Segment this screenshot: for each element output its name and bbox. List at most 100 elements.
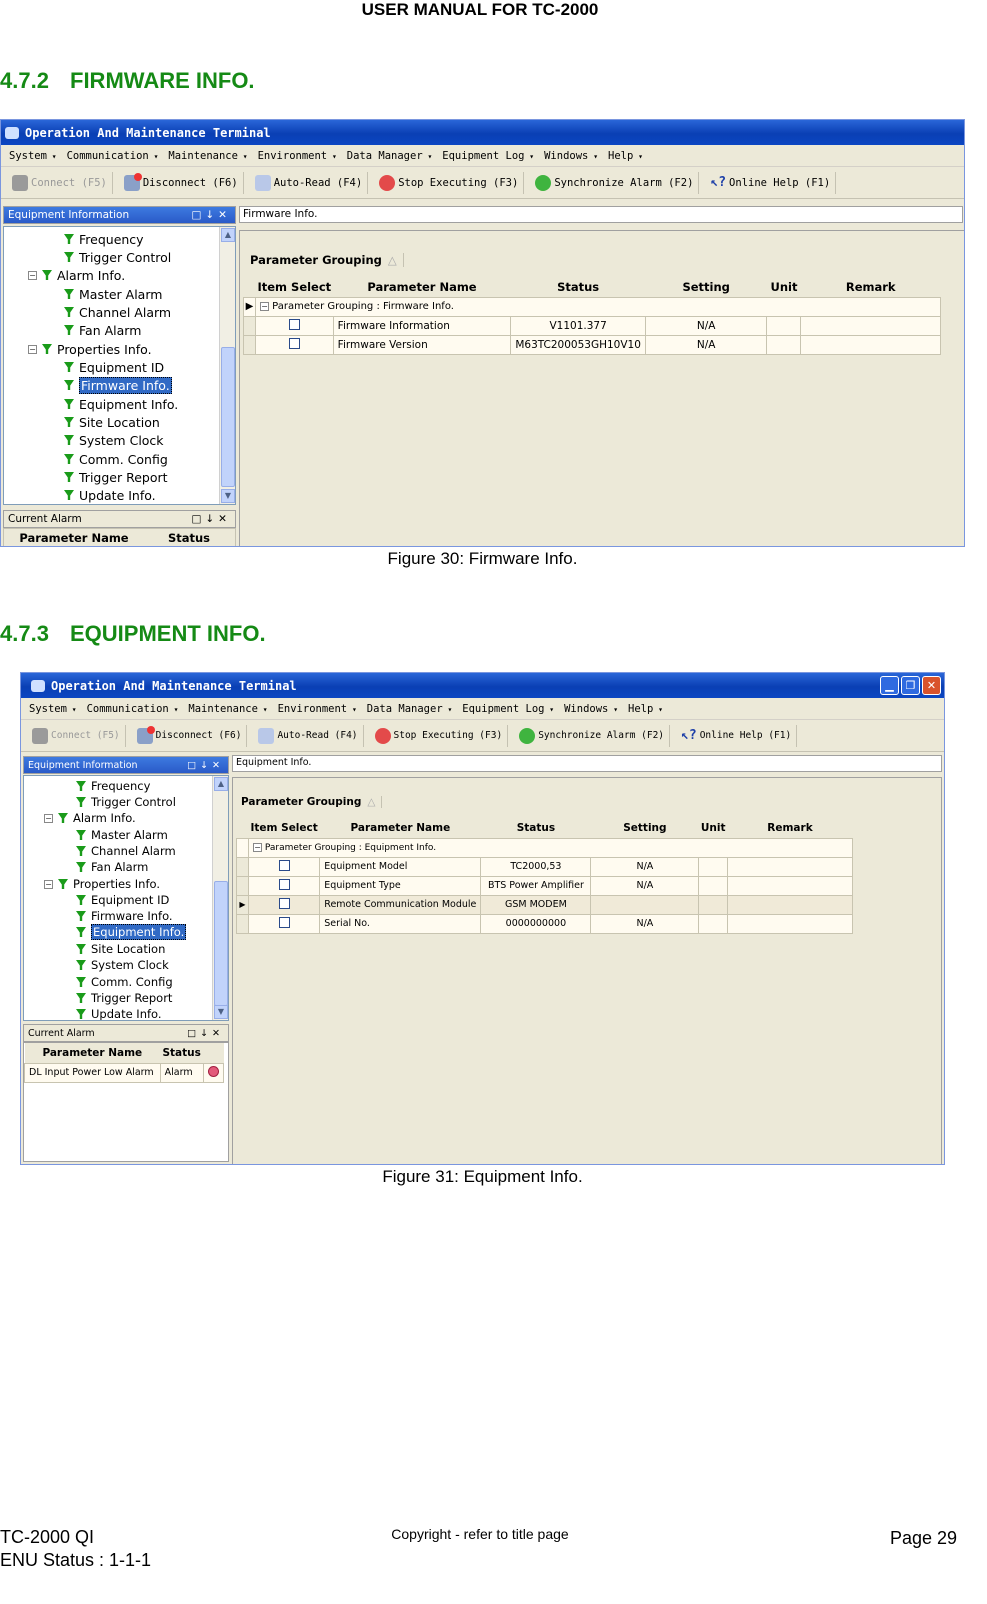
tree-item-update-info[interactable]: Update Info. [76,1005,162,1020]
row-checkbox-cell[interactable] [247,894,321,915]
row-checkbox-cell[interactable] [254,334,334,355]
row-checkbox[interactable] [278,897,290,909]
tree-item-equipment-info[interactable]: Equipment Info. [64,395,178,413]
synchronize-alarm-button[interactable]: Synchronize Alarm (F2) [514,724,671,747]
menu-help[interactable]: Help [608,150,643,162]
col-setting[interactable]: Setting [591,818,699,838]
col-status[interactable]: Status [511,277,646,297]
panel-buttons[interactable]: □↓✕ [191,513,231,525]
disconnect-button[interactable]: Disconnect (F6) [132,724,248,747]
table-row[interactable]: ▶ Remote Communication Module GSM MODEM [236,894,854,915]
col-item-select[interactable]: Item Select [255,277,333,297]
tree-item-frequency[interactable]: Frequency [64,230,144,248]
tree-item-alarm-info[interactable]: − Alarm Info. [44,809,136,827]
menu-system[interactable]: System [9,150,57,162]
scroll-thumb[interactable] [214,881,228,1006]
table-row[interactable]: Equipment Model TC2000,53 N/A [236,856,854,877]
collapse-icon[interactable]: − [252,842,262,852]
stop-executing-button[interactable]: Stop Executing (F3) [374,171,525,194]
menu-help[interactable]: Help [628,703,663,715]
table-row[interactable]: Serial No. 0000000000 N/A [236,913,854,934]
row-checkbox[interactable] [278,916,290,928]
tree-item-update-info[interactable]: Update Info. [64,486,156,504]
row-checkbox-cell[interactable] [247,913,321,934]
col-status[interactable]: Status [160,1043,204,1063]
row-setting[interactable]: N/A [644,315,768,336]
scroll-down-icon[interactable]: ▼ [214,1005,228,1019]
row-setting[interactable]: N/A [644,334,768,355]
col-setting[interactable]: Setting [645,277,767,297]
stop-executing-button[interactable]: Stop Executing (F3) [370,724,509,747]
row-checkbox-cell[interactable] [247,875,321,896]
group-row[interactable]: − Parameter Grouping : Equipment Info. [236,837,854,858]
col-remark[interactable]: Remark [801,277,941,297]
auto-read-button[interactable]: Auto-Read (F4) [250,171,369,194]
restore-icon[interactable]: ❐ [901,676,920,695]
menu-windows[interactable]: Windows [544,150,598,162]
row-setting[interactable]: N/A [590,913,700,934]
connect-button[interactable]: Connect (F5) [27,724,126,747]
row-setting[interactable]: N/A [590,856,700,877]
tree-item-equipment-info[interactable]: Equipment Info. [76,923,187,941]
row-checkbox[interactable] [278,878,290,890]
col-status[interactable]: Status [481,818,591,838]
tree-item-trigger-control[interactable]: Trigger Control [64,248,171,266]
panel-buttons[interactable]: □↓✕ [191,209,231,221]
scroll-thumb[interactable] [221,347,235,487]
connect-button[interactable]: Connect (F5) [7,171,113,194]
menu-maintenance[interactable]: Maintenance [168,150,247,162]
scroll-up-icon[interactable]: ▲ [221,228,235,242]
menu-windows[interactable]: Windows [564,703,618,715]
menu-communication[interactable]: Communication [67,150,159,162]
col-status[interactable]: Status [144,531,234,545]
row-checkbox[interactable] [288,337,300,349]
panel-buttons[interactable]: □↓✕ [187,760,224,771]
menu-maintenance[interactable]: Maintenance [188,703,267,715]
tree-item-trigger-report[interactable]: Trigger Report [64,468,168,486]
auto-read-button[interactable]: Auto-Read (F4) [253,724,364,747]
collapse-icon[interactable]: − [28,344,37,354]
menu-system[interactable]: System [29,703,77,715]
row-checkbox-cell[interactable] [254,315,334,336]
col-unit[interactable]: Unit [699,818,728,838]
tree-item-fan-alarm[interactable]: Fan Alarm [76,858,148,876]
online-help-button[interactable]: ↖? Online Help (F1) [676,724,798,747]
synchronize-alarm-button[interactable]: Synchronize Alarm (F2) [530,171,700,194]
table-row[interactable]: Firmware Version M63TC200053GH10V10 N/A [243,334,941,355]
online-help-button[interactable]: ↖? Online Help (F1) [705,171,837,194]
col-unit[interactable]: Unit [767,277,801,297]
tree-item-equipment-id[interactable]: Equipment ID [64,358,164,376]
close-icon[interactable]: ✕ [922,676,941,695]
menu-environment[interactable]: Environment [278,703,357,715]
tree-item-fan-alarm[interactable]: Fan Alarm [64,321,141,339]
col-item-select[interactable]: Item Select [248,818,319,838]
col-remark[interactable]: Remark [727,818,852,838]
tree-item-master-alarm[interactable]: Master Alarm [64,285,162,303]
col-parameter-name[interactable]: Parameter Name [333,277,511,297]
tree-scrollbar[interactable]: ▲ ▼ [219,227,235,504]
doc-tab-equipment-info[interactable]: Equipment Info. [232,755,942,772]
doc-tab-firmware-info[interactable]: Firmware Info. [239,206,963,223]
tree-item-channel-alarm[interactable]: Channel Alarm [64,303,171,321]
group-row[interactable]: ▶ − Parameter Grouping : Firmware Info. [243,296,942,317]
menu-environment[interactable]: Environment [258,150,337,162]
parameter-grouping-button[interactable]: Parameter Grouping △ [250,253,404,267]
row-checkbox[interactable] [288,318,300,330]
menu-communication[interactable]: Communication [87,703,179,715]
collapse-icon[interactable]: − [259,302,269,311]
row-checkbox-cell[interactable] [247,856,321,877]
menu-equipment-log[interactable]: Equipment Log [442,150,534,162]
menu-data-manager[interactable]: Data Manager [347,150,433,162]
tree-scrollbar[interactable]: ▲ ▼ [212,776,228,1020]
tree-item-site-location[interactable]: Site Location [64,413,160,431]
collapse-icon[interactable]: − [44,813,53,823]
tree-item-properties-info[interactable]: − Properties Info. [28,340,152,358]
parameter-grouping-button[interactable]: Parameter Grouping △ [241,796,383,808]
tree-item-firmware-info[interactable]: Firmware Info. [64,376,172,394]
col-parameter-name[interactable]: Parameter Name [4,531,144,545]
menu-data-manager[interactable]: Data Manager [367,703,453,715]
tree-item-comm-config[interactable]: Comm. Config [64,450,168,468]
table-row[interactable]: Equipment Type BTS Power Amplifier N/A [236,875,854,896]
tree-item-system-clock[interactable]: System Clock [76,956,169,974]
minimize-icon[interactable]: ▁ [880,676,899,695]
